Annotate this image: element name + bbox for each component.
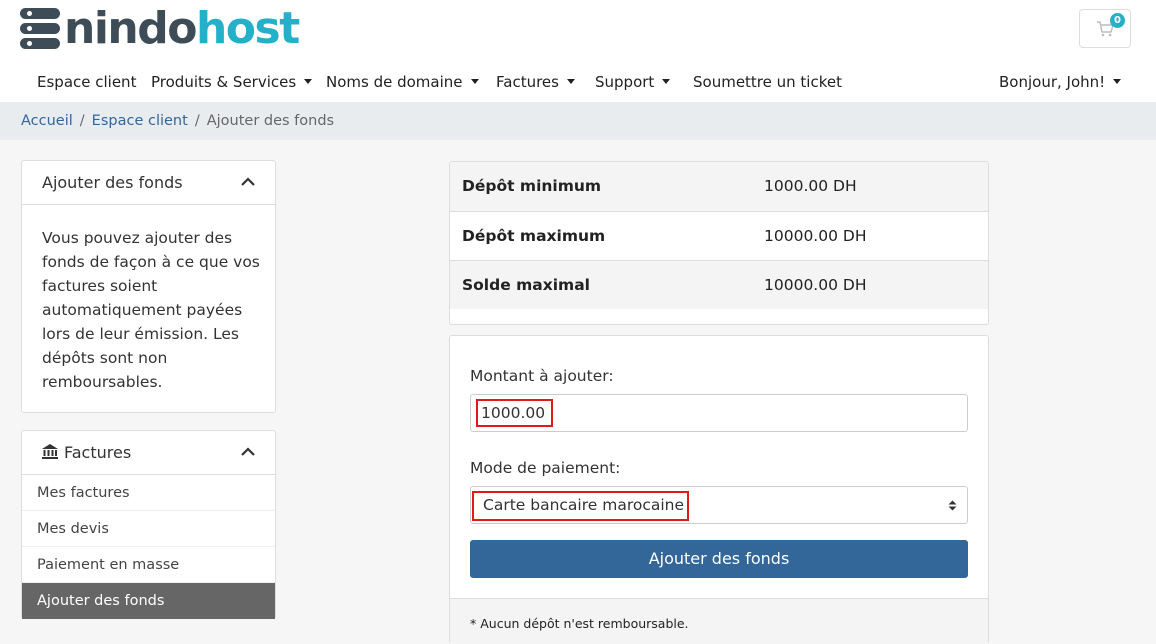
user-greeting: Bonjour, John! — [999, 73, 1106, 91]
limit-label: Dépôt maximum — [462, 227, 606, 245]
nav-item-support[interactable]: Support — [595, 62, 671, 102]
nav-item-label: Produits & Services — [151, 73, 297, 91]
nav-item-label: Soumettre un ticket — [693, 73, 842, 91]
payment-highlight-box — [472, 491, 689, 521]
sidebar-item-add-funds[interactable]: Ajouter des fonds — [22, 583, 275, 619]
breadcrumb-client-area[interactable]: Espace client — [92, 113, 188, 129]
nav-item-products-services[interactable]: Produits & Services — [151, 62, 313, 102]
sidebar-item-my-invoices[interactable]: Mes factures — [22, 475, 275, 511]
sidebar-info-card-title: Ajouter des fonds — [42, 173, 183, 192]
sidebar-item-label: Ajouter des fonds — [37, 593, 165, 609]
caret-down-icon — [566, 79, 575, 84]
brand-logo[interactable]: nindohost — [20, 3, 300, 54]
breadcrumb-current: Ajouter des fonds — [206, 113, 335, 129]
limit-value: 1000.00 DH — [764, 177, 857, 195]
logo-text-part1: nindo — [64, 3, 197, 54]
sidebar-info-text: Vous pouvez ajouter des fonds de façon à… — [42, 229, 260, 391]
sidebar-item-mass-payment[interactable]: Paiement en masse — [22, 547, 275, 583]
chevron-up-icon — [241, 447, 255, 456]
cart-count-badge: 0 — [1110, 13, 1125, 28]
sidebar-invoices-card-title: Factures — [64, 443, 132, 462]
sidebar-invoices-card-header[interactable]: Factures — [22, 431, 275, 475]
nav-item-open-ticket[interactable]: Soumettre un ticket — [693, 62, 842, 102]
nav-item-invoices[interactable]: Factures — [496, 62, 575, 102]
logo-text-part2: host — [195, 3, 300, 54]
sidebar-item-label: Mes devis — [37, 521, 109, 537]
table-row: Dépôt maximum 10000.00 DH — [450, 211, 988, 260]
caret-down-icon — [1113, 79, 1122, 84]
main-nav: Espace client Produits & Services Noms d… — [0, 62, 1156, 102]
nav-item-client-area[interactable]: Espace client — [37, 62, 136, 102]
logo-text: nindohost — [64, 3, 300, 54]
limit-label: Dépôt minimum — [462, 177, 602, 195]
add-funds-button[interactable]: Ajouter des fonds — [470, 540, 968, 578]
sidebar-item-label: Paiement en masse — [37, 557, 180, 573]
sidebar-info-card: Ajouter des fonds Vous pouvez ajouter de… — [21, 160, 276, 413]
breadcrumb-separator: / — [79, 113, 85, 129]
amount-label: Montant à ajouter: — [470, 367, 614, 385]
sidebar-invoices-card: Factures Mes factures Mes devis Paiement… — [21, 430, 276, 619]
limit-value: 10000.00 DH — [764, 227, 867, 245]
user-menu[interactable]: Bonjour, John! — [999, 62, 1122, 102]
nav-item-label: Support — [595, 73, 655, 91]
cart-button[interactable]: 0 — [1079, 9, 1131, 48]
breadcrumb-separator: / — [194, 113, 200, 129]
limit-value: 10000.00 DH — [764, 276, 867, 294]
add-funds-form: Montant à ajouter: Mode de paiement: Car… — [449, 335, 989, 644]
sidebar-item-label: Mes factures — [37, 485, 130, 501]
caret-down-icon — [470, 79, 479, 84]
payment-method-label: Mode de paiement: — [470, 459, 621, 477]
amount-highlight-box — [476, 399, 553, 427]
nav-item-domains[interactable]: Noms de domaine — [326, 62, 479, 102]
bank-icon — [42, 444, 58, 459]
deposit-limits-table: Dépôt minimum 1000.00 DH Dépôt maximum 1… — [449, 161, 989, 325]
site-header: nindohost 0 Espace client Produits & Ser… — [0, 0, 1156, 102]
breadcrumb-home[interactable]: Accueil — [21, 113, 73, 129]
caret-down-icon — [304, 79, 313, 84]
chevron-up-icon — [241, 177, 255, 186]
nav-item-label: Espace client — [37, 73, 137, 91]
breadcrumb: Accueil / Espace client / Ajouter des fonds — [0, 102, 1156, 140]
nav-item-label: Factures — [496, 73, 559, 91]
nav-item-label: Noms de domaine — [326, 73, 463, 91]
limit-label: Solde maximal — [462, 276, 590, 294]
sidebar-info-card-header[interactable]: Ajouter des fonds — [22, 161, 275, 205]
table-row: Dépôt minimum 1000.00 DH — [450, 162, 988, 211]
table-row: Solde maximal 10000.00 DH — [450, 260, 988, 309]
sidebar-item-my-quotes[interactable]: Mes devis — [22, 511, 275, 547]
server-stack-icon — [20, 8, 60, 50]
caret-down-icon — [662, 79, 671, 84]
select-arrows-icon — [948, 500, 957, 511]
non-refundable-note: * Aucun dépôt n'est remboursable. — [450, 598, 988, 644]
